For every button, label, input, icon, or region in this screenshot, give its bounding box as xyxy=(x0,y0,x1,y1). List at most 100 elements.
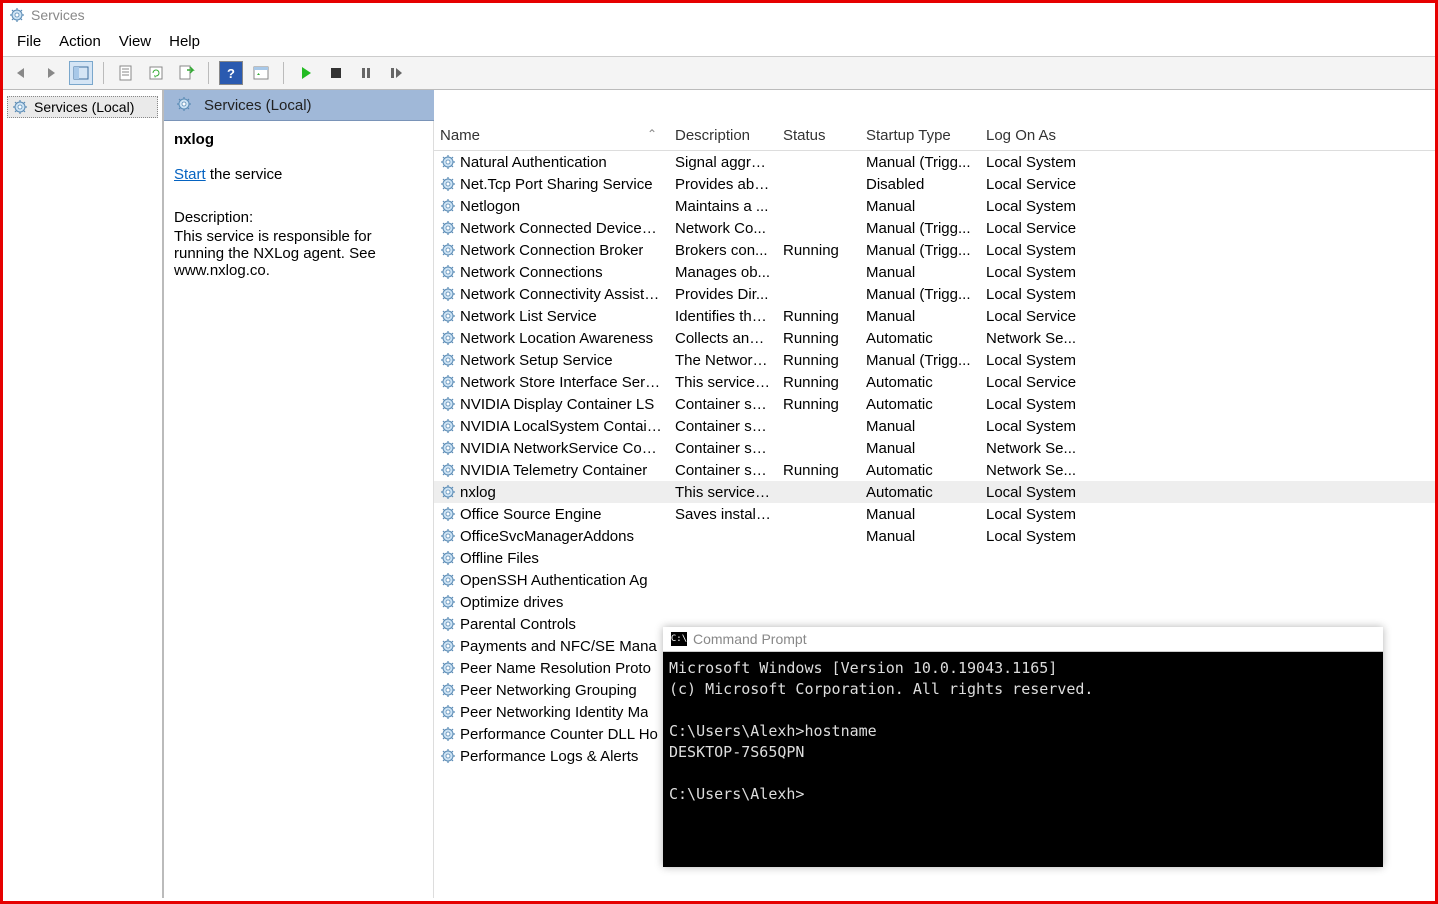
service-startup: Manual xyxy=(860,416,980,436)
service-name: OpenSSH Authentication Ag xyxy=(460,572,648,589)
service-name: Netlogon xyxy=(460,198,520,215)
service-logon: Local System xyxy=(980,482,1100,502)
service-row[interactable]: Offline Files xyxy=(434,547,1435,569)
service-name: NVIDIA NetworkService Cont... xyxy=(460,440,663,457)
cmd-titlebar[interactable]: C:\ Command Prompt xyxy=(663,627,1383,652)
service-row[interactable]: Network Connected Devices ... Network Co.… xyxy=(434,217,1435,239)
service-row[interactable]: NVIDIA LocalSystem ContainerContainer se… xyxy=(434,415,1435,437)
col-name[interactable]: Name xyxy=(434,125,669,146)
service-row[interactable]: Network Store Interface Servi...This ser… xyxy=(434,371,1435,393)
menu-view[interactable]: View xyxy=(119,33,151,50)
menu-help[interactable]: Help xyxy=(169,33,200,50)
gear-icon xyxy=(440,418,456,434)
refresh-button[interactable] xyxy=(144,61,168,85)
service-startup: Automatic xyxy=(860,482,980,502)
service-startup: Manual (Trigg... xyxy=(860,350,980,370)
service-logon: Network Se... xyxy=(980,328,1100,348)
service-name: NVIDIA Telemetry Container xyxy=(460,462,647,479)
service-row[interactable]: NVIDIA Telemetry ContainerContainer se..… xyxy=(434,459,1435,481)
service-name: Network Setup Service xyxy=(460,352,613,369)
service-logon xyxy=(980,601,1100,604)
service-row[interactable]: nxlogThis service i...AutomaticLocal Sys… xyxy=(434,481,1435,503)
start-service-button[interactable] xyxy=(294,61,318,85)
service-row[interactable]: OpenSSH Authentication Ag xyxy=(434,569,1435,591)
service-row[interactable]: NetlogonMaintains a ...ManualLocal Syste… xyxy=(434,195,1435,217)
gear-icon xyxy=(440,528,456,544)
show-hide-tree-button[interactable] xyxy=(69,61,93,85)
service-logon: Local System xyxy=(980,196,1100,216)
service-logon: Local System xyxy=(980,262,1100,282)
service-name: Performance Logs & Alerts xyxy=(460,748,638,765)
help-button[interactable]: ? xyxy=(219,61,243,85)
console-button[interactable] xyxy=(249,61,273,85)
service-desc: Network Co... xyxy=(669,218,777,238)
cmd-icon: C:\ xyxy=(671,632,687,646)
col-logon[interactable]: Log On As xyxy=(980,125,1100,146)
stop-service-button[interactable] xyxy=(324,61,348,85)
service-row[interactable]: Network Connectivity Assistant Provides D… xyxy=(434,283,1435,305)
service-status xyxy=(777,293,860,296)
service-row[interactable]: NVIDIA NetworkService Cont...Container s… xyxy=(434,437,1435,459)
service-row[interactable]: Network ConnectionsManages ob...ManualLo… xyxy=(434,261,1435,283)
back-button[interactable] xyxy=(9,61,33,85)
start-service-line: Start the service xyxy=(174,166,423,183)
col-description[interactable]: Description xyxy=(669,125,777,146)
service-row[interactable]: Office Source EngineSaves install...Manu… xyxy=(434,503,1435,525)
service-row[interactable]: Network Setup ServiceThe Network...Runni… xyxy=(434,349,1435,371)
forward-button[interactable] xyxy=(39,61,63,85)
cmd-output: Microsoft Windows [Version 10.0.19043.11… xyxy=(663,652,1383,811)
service-status xyxy=(777,491,860,494)
service-desc: Saves install... xyxy=(669,504,777,524)
service-desc: Provides Dir... xyxy=(669,284,777,304)
service-logon: Local Service xyxy=(980,306,1100,326)
service-status xyxy=(777,535,860,538)
description-text: This service is responsible for running … xyxy=(174,228,423,279)
service-desc: Maintains a ... xyxy=(669,196,777,216)
col-startup[interactable]: Startup Type xyxy=(860,125,980,146)
service-desc xyxy=(669,579,777,582)
service-name: Peer Networking Grouping xyxy=(460,682,637,699)
gear-icon xyxy=(440,198,456,214)
service-startup: Automatic xyxy=(860,460,980,480)
service-desc xyxy=(669,623,777,626)
col-status[interactable]: Status xyxy=(777,125,860,146)
service-row[interactable]: NVIDIA Display Container LSContainer se.… xyxy=(434,393,1435,415)
menu-file[interactable]: File xyxy=(17,33,41,50)
restart-service-button[interactable] xyxy=(384,61,408,85)
service-desc: Signal aggre... xyxy=(669,152,777,172)
pause-service-button[interactable] xyxy=(354,61,378,85)
service-logon xyxy=(980,579,1100,582)
tree-item-services-local[interactable]: Services (Local) xyxy=(7,96,158,118)
service-row[interactable]: Network Connection BrokerBrokers con...R… xyxy=(434,239,1435,261)
gear-icon xyxy=(440,682,456,698)
service-startup xyxy=(860,557,980,560)
service-name: Natural Authentication xyxy=(460,154,607,171)
service-row[interactable]: Net.Tcp Port Sharing ServiceProvides abi… xyxy=(434,173,1435,195)
gear-icon xyxy=(440,748,456,764)
tree-item-label: Services (Local) xyxy=(34,99,134,115)
start-service-link[interactable]: Start xyxy=(174,166,206,183)
service-status xyxy=(777,513,860,516)
service-row[interactable]: OfficeSvcManagerAddonsManualLocal System xyxy=(434,525,1435,547)
service-startup: Automatic xyxy=(860,394,980,414)
export-button[interactable] xyxy=(174,61,198,85)
menu-action[interactable]: Action xyxy=(59,33,101,50)
service-name: Parental Controls xyxy=(460,616,576,633)
service-row[interactable]: Network List ServiceIdentifies the...Run… xyxy=(434,305,1435,327)
service-row[interactable]: Natural AuthenticationSignal aggre...Man… xyxy=(434,151,1435,173)
command-prompt-window[interactable]: C:\ Command Prompt Microsoft Windows [Ve… xyxy=(663,627,1383,867)
properties-button[interactable] xyxy=(114,61,138,85)
gear-icon xyxy=(440,484,456,500)
service-name: Network Connectivity Assistant xyxy=(460,286,663,303)
service-row[interactable]: Optimize drives xyxy=(434,591,1435,613)
service-name: Payments and NFC/SE Mana xyxy=(460,638,657,655)
service-name: Network Connected Devices ... xyxy=(460,220,663,237)
service-name: Offline Files xyxy=(460,550,539,567)
service-startup: Manual (Trigg... xyxy=(860,284,980,304)
service-row[interactable]: Network Location AwarenessCollects and .… xyxy=(434,327,1435,349)
gear-icon xyxy=(440,594,456,610)
service-status xyxy=(777,425,860,428)
service-desc: Container se... xyxy=(669,416,777,436)
gear-icon xyxy=(440,374,456,390)
toolbar-divider xyxy=(103,62,104,84)
